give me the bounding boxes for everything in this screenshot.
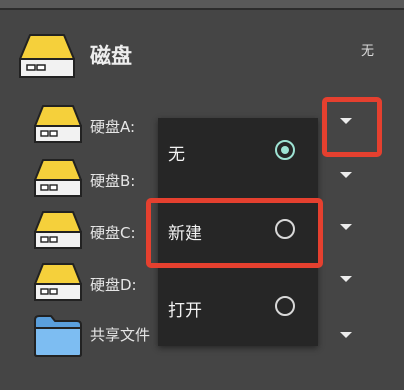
- hard-drive-icon: [34, 263, 82, 301]
- radio-selected-icon[interactable]: [275, 140, 295, 160]
- disk-status-text: 无: [361, 44, 375, 59]
- option-none[interactable]: 无: [158, 130, 318, 170]
- top-divider: [0, 8, 404, 10]
- dropdown-arrow-icon[interactable]: [340, 172, 352, 178]
- hard-drive-icon: [34, 159, 82, 197]
- folder-icon: [34, 315, 82, 357]
- shared-folder-label: 共享文件: [90, 326, 151, 344]
- page-title: 磁盘: [90, 44, 132, 68]
- option-label: 新建: [168, 224, 202, 244]
- top-strip: [0, 0, 404, 8]
- drive-label: 硬盘D:: [90, 276, 137, 294]
- dropdown-arrow-icon[interactable]: [340, 332, 352, 338]
- hard-drive-icon: [34, 105, 82, 143]
- drive-label: 硬盘C:: [90, 224, 136, 242]
- dropdown-arrow-icon[interactable]: [340, 276, 352, 282]
- radio-unselected-icon[interactable]: [275, 296, 295, 316]
- option-label: 无: [168, 145, 185, 165]
- dropdown-arrow-icon[interactable]: [340, 118, 352, 124]
- option-label: 打开: [168, 301, 202, 321]
- option-new[interactable]: 新建: [158, 209, 318, 249]
- hard-drive-icon: [34, 211, 82, 249]
- option-open[interactable]: 打开: [158, 286, 318, 326]
- drive-label: 硬盘A:: [90, 118, 136, 136]
- hard-drive-icon: [19, 34, 75, 78]
- drive-label: 硬盘B:: [90, 172, 136, 190]
- dropdown-arrow-icon[interactable]: [340, 224, 352, 230]
- radio-unselected-icon[interactable]: [275, 219, 295, 239]
- option-popup-menu: 无 新建 打开: [158, 118, 318, 346]
